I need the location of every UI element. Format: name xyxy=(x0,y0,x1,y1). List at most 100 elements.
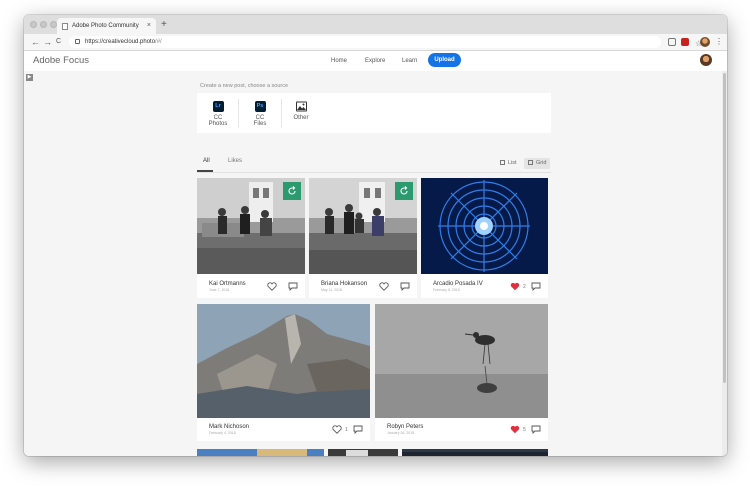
post-date: February 8, 2018 xyxy=(433,288,460,292)
post-meta: Arcadio Posada IV February 8, 2018 xyxy=(433,281,483,292)
tab-title: Adobe Photo Community xyxy=(72,23,139,29)
like-heart-icon[interactable] xyxy=(267,282,277,291)
source-label: CC Files xyxy=(253,115,267,127)
post-card[interactable]: Arcadio Posada IV February 8, 2018 2 xyxy=(421,178,548,298)
post-meta: Kai Ortmanns June 7, 2018 xyxy=(209,281,246,292)
post-author[interactable]: Mark Nichoson xyxy=(209,424,249,430)
sidebar-toggle-icon[interactable]: ▶ xyxy=(26,74,33,81)
post-actions: 5 xyxy=(510,425,541,434)
comment-icon[interactable] xyxy=(353,425,363,434)
tab-likes[interactable]: Likes xyxy=(228,158,242,164)
source-cc-files[interactable]: Ps CC Files xyxy=(249,101,271,127)
post-photo[interactable] xyxy=(197,304,370,418)
sync-icon xyxy=(288,186,296,195)
post-author[interactable]: Arcadio Posada IV xyxy=(433,281,483,287)
grid-view-button[interactable]: Grid xyxy=(524,158,551,169)
liked-heart-icon[interactable] xyxy=(510,282,520,291)
liked-heart-icon[interactable] xyxy=(510,425,520,434)
user-avatar[interactable] xyxy=(700,54,712,66)
source-cc-photos[interactable]: Lr CC Photos xyxy=(205,101,231,127)
post-actions xyxy=(267,282,298,291)
close-window-button[interactable] xyxy=(30,21,37,28)
source-picker: Lr CC Photos Ps CC Files Other xyxy=(197,93,551,133)
list-icon xyxy=(500,160,505,165)
post-meta: Robyn Peters January 26, 2018 xyxy=(387,424,423,435)
nav-explore[interactable]: Explore xyxy=(365,56,385,66)
address-bar[interactable]: https://creativecloud.photo/#/ ☆ xyxy=(69,36,702,48)
image-icon xyxy=(295,101,307,112)
back-button[interactable]: ← xyxy=(31,36,40,48)
post-date: January 26, 2018 xyxy=(387,431,415,435)
source-other[interactable]: Other xyxy=(292,101,310,121)
browser-profile-avatar[interactable] xyxy=(700,37,710,47)
comment-icon[interactable] xyxy=(400,282,410,291)
url-path: /#/ xyxy=(155,39,162,45)
close-tab-icon[interactable]: × xyxy=(147,18,151,34)
scrollbar-thumb[interactable] xyxy=(723,73,726,383)
post-actions xyxy=(379,282,410,291)
shield-extension-icon[interactable] xyxy=(668,38,676,46)
list-view-button[interactable]: List xyxy=(496,158,521,169)
sync-badge xyxy=(395,182,413,200)
browser-toolbar: ← → C https://creativecloud.photo/#/ ☆ ⋮ xyxy=(24,34,727,51)
divider xyxy=(197,172,551,173)
minimize-window-button[interactable] xyxy=(40,21,47,28)
like-count: 5 xyxy=(523,426,526,433)
comment-icon[interactable] xyxy=(531,282,541,291)
red-extension-icon[interactable] xyxy=(681,38,689,46)
post-author[interactable]: Kai Ortmanns xyxy=(209,281,246,287)
like-count: 1 xyxy=(345,426,348,433)
forward-button[interactable]: → xyxy=(43,36,52,48)
tab-all[interactable]: All xyxy=(203,158,210,164)
grid-icon xyxy=(528,160,533,165)
post-actions: 1 xyxy=(332,425,363,434)
new-tab-button[interactable]: + xyxy=(161,18,167,32)
page-icon xyxy=(62,23,68,30)
post-card[interactable]: Mark Nichoson February 4, 2018 1 xyxy=(197,304,370,441)
app-header: Adobe Focus Home Explore Learn Upload xyxy=(24,51,727,71)
nav-learn[interactable]: Learn xyxy=(402,56,417,66)
tab-strip: Adobe Photo Community × + xyxy=(24,15,727,34)
post-photo[interactable] xyxy=(375,304,548,418)
divider xyxy=(238,99,239,127)
upload-button[interactable]: Upload xyxy=(428,53,461,67)
post-meta: Mark Nichoson February 4, 2018 xyxy=(209,424,249,435)
post-date: June 7, 2018 xyxy=(209,288,230,292)
comment-icon[interactable] xyxy=(288,282,298,291)
photoshop-icon: Ps xyxy=(254,101,266,112)
lightroom-icon: Lr xyxy=(212,101,224,112)
post-actions: 2 xyxy=(510,282,541,291)
browser-window: Adobe Photo Community × + ← → C https://… xyxy=(24,15,727,456)
post-card[interactable]: Briana Hokanson May 11, 2018 xyxy=(309,178,417,298)
divider xyxy=(281,99,282,127)
post-date: May 11, 2018 xyxy=(321,288,342,292)
brand-logo[interactable]: Adobe Focus xyxy=(33,54,89,68)
browser-menu-icon[interactable]: ⋮ xyxy=(715,36,723,48)
zoom-window-button[interactable] xyxy=(50,21,57,28)
post-meta: Briana Hokanson May 11, 2018 xyxy=(321,281,367,292)
post-photo[interactable] xyxy=(197,449,324,456)
reload-button[interactable]: C xyxy=(56,36,61,48)
like-heart-icon[interactable] xyxy=(379,282,389,291)
post-author[interactable]: Briana Hokanson xyxy=(321,281,367,287)
browser-tab[interactable]: Adobe Photo Community × xyxy=(57,18,156,34)
main-content: ▶ Create a new post, choose a source Lr … xyxy=(24,71,722,456)
post-photo[interactable] xyxy=(328,449,398,456)
list-label: List xyxy=(508,160,517,166)
sync-icon xyxy=(400,186,408,195)
comment-icon[interactable] xyxy=(531,425,541,434)
source-label: Other xyxy=(293,115,309,121)
post-date: February 4, 2018 xyxy=(209,431,236,435)
grid-label: Grid xyxy=(536,160,547,166)
nav-home[interactable]: Home xyxy=(331,56,347,66)
post-author[interactable]: Robyn Peters xyxy=(387,424,423,430)
post-card[interactable]: Robyn Peters January 26, 2018 5 xyxy=(375,304,548,441)
source-picker-title: Create a new post, choose a source xyxy=(200,83,289,89)
post-card[interactable]: Kai Ortmanns June 7, 2018 xyxy=(197,178,305,298)
post-photo[interactable] xyxy=(402,449,548,456)
like-count: 2 xyxy=(523,283,526,290)
sync-badge xyxy=(283,182,301,200)
post-photo[interactable] xyxy=(421,178,548,274)
like-heart-icon[interactable] xyxy=(332,425,342,434)
url-host: https://creativecloud.photo xyxy=(85,39,156,45)
